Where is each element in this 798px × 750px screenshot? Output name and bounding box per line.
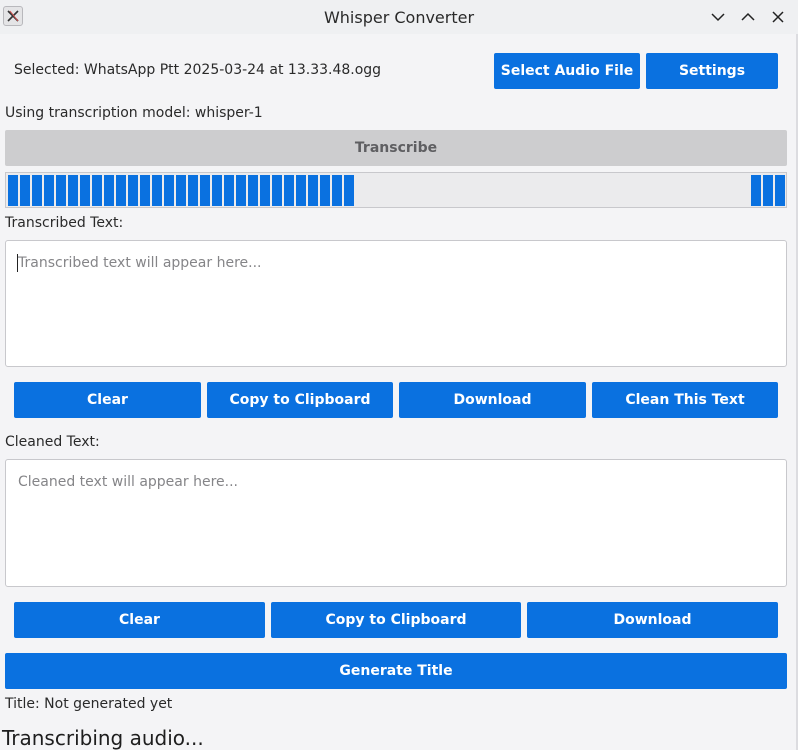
- copy-transcribed-button[interactable]: Copy to Clipboard: [207, 382, 393, 418]
- generate-title-button[interactable]: Generate Title: [5, 653, 787, 689]
- clear-cleaned-button[interactable]: Clear: [14, 602, 265, 638]
- clear-transcribed-button[interactable]: Clear: [14, 382, 201, 418]
- cleaned-text-label: Cleaned Text:: [5, 434, 100, 450]
- clean-text-button[interactable]: Clean This Text: [592, 382, 778, 418]
- download-transcribed-button[interactable]: Download: [399, 382, 586, 418]
- select-audio-file-button[interactable]: Select Audio File: [494, 53, 640, 89]
- copy-cleaned-button[interactable]: Copy to Clipboard: [271, 602, 521, 638]
- minimize-icon[interactable]: [710, 9, 726, 25]
- model-info-label: Using transcription model: whisper-1: [5, 105, 263, 121]
- cleaned-text-placeholder: Cleaned text will appear here...: [18, 474, 238, 490]
- status-message: Transcribing audio...: [2, 726, 204, 750]
- title-status-label: Title: Not generated yet: [5, 696, 173, 712]
- maximize-icon[interactable]: [740, 9, 756, 25]
- close-icon[interactable]: [770, 9, 786, 25]
- progress-chunk: [8, 175, 356, 206]
- progress-chunk: [751, 175, 785, 206]
- settings-button[interactable]: Settings: [646, 53, 778, 89]
- transcribe-button[interactable]: Transcribe: [5, 130, 787, 166]
- title-bar: Whisper Converter: [0, 0, 798, 34]
- transcribed-text-placeholder: Transcribed text will appear here...: [18, 255, 262, 271]
- selected-file-label: Selected: WhatsApp Ptt 2025-03-24 at 13.…: [14, 62, 382, 78]
- window-title: Whisper Converter: [323, 8, 475, 27]
- transcription-progress-bar: [5, 172, 787, 208]
- cleaned-text-area[interactable]: Cleaned text will appear here...: [5, 459, 787, 587]
- download-cleaned-button[interactable]: Download: [527, 602, 778, 638]
- transcribed-text-area[interactable]: Transcribed text will appear here...: [5, 240, 787, 367]
- transcribed-text-label: Transcribed Text:: [5, 215, 124, 231]
